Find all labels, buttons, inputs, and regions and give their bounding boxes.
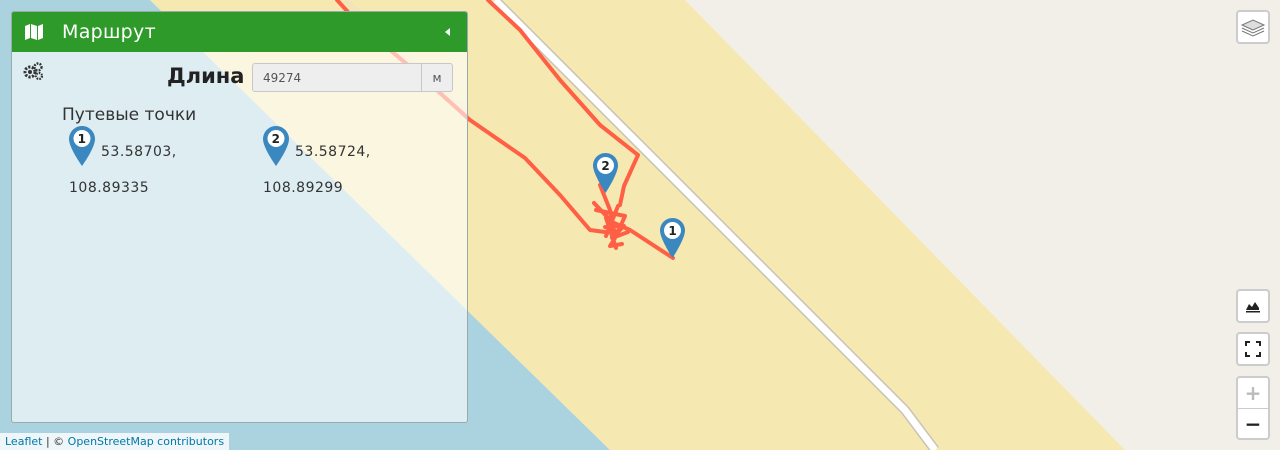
- waypoint-lng: 108.89335: [69, 180, 150, 196]
- map-marker-2-label: 2: [601, 159, 609, 173]
- zoom-out-button[interactable]: −: [1238, 409, 1268, 439]
- panel-title: Маршрут: [62, 21, 156, 43]
- collapse-panel-icon[interactable]: [443, 24, 453, 40]
- layers-icon: [1240, 19, 1266, 37]
- elevation-icon: [1246, 302, 1260, 313]
- waypoint-lat: 53.58703,: [101, 144, 177, 160]
- route-panel: Маршрут Длина м Путевые точки 1 53.58703…: [11, 11, 468, 423]
- waypoint-marker-icon: 1: [69, 126, 95, 166]
- map-icon: [25, 24, 43, 40]
- panel-header: Маршрут: [12, 12, 467, 52]
- waypoints-heading: Путевые точки: [62, 105, 197, 125]
- waypoint-marker-icon: 2: [263, 126, 289, 166]
- waypoint-number: 2: [272, 132, 281, 146]
- length-label: Длина: [167, 64, 245, 88]
- map-marker-1-label: 1: [668, 224, 676, 238]
- length-field-group: м: [252, 63, 453, 92]
- settings-gears-icon[interactable]: [22, 62, 44, 80]
- osm-link[interactable]: OpenStreetMap contributors: [68, 435, 224, 448]
- waypoint-number: 1: [78, 132, 87, 146]
- waypoint-lng: 108.89299: [263, 180, 344, 196]
- waypoint-lat: 53.58724,: [295, 144, 371, 160]
- length-field[interactable]: [252, 63, 422, 92]
- attribution: Leaflet | © OpenStreetMap contributors: [0, 433, 230, 450]
- fullscreen-button[interactable]: [1236, 332, 1270, 366]
- length-unit: м: [422, 63, 453, 92]
- elevation-button[interactable]: [1236, 289, 1270, 323]
- map-view[interactable]: 1 2 Маршрут Длина м П: [0, 0, 1280, 450]
- layers-button[interactable]: [1236, 10, 1270, 44]
- zoom-in-button[interactable]: +: [1238, 378, 1268, 409]
- fullscreen-icon: [1245, 341, 1261, 357]
- zoom-control: + −: [1236, 376, 1270, 440]
- attribution-separator: | ©: [42, 435, 68, 448]
- leaflet-link[interactable]: Leaflet: [5, 435, 42, 448]
